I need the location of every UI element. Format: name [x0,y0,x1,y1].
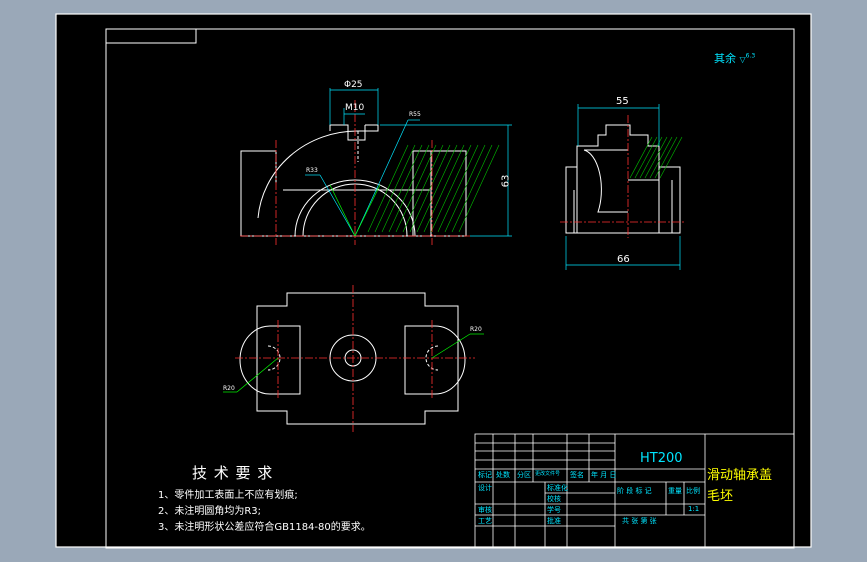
tech-req-item-3: 3、未注明形状公差应符合GB1184-80的要求。 [158,522,371,533]
top-centerlines [235,285,475,432]
side-hatch [629,136,683,179]
tech-req-item-2: 2、未注明圆角均为R3; [158,506,262,517]
dim-r20-right: R20 [470,326,482,333]
dim-r55: R55 [409,111,421,118]
dim-m10: M10 [345,103,365,113]
tb-part-sub: 毛坯 [707,489,734,504]
tb-scale-label: 比例 [686,487,700,495]
dim-w55: 55 [616,96,629,107]
dim-r20-left: R20 [223,385,235,392]
top-leaders [223,333,484,393]
tb-part-name: 滑动轴承盖 [707,468,773,483]
side-dimensions [565,104,681,270]
hatch-line [649,136,673,179]
dim-r33: R33 [306,167,318,174]
dim-w66: 66 [617,254,630,265]
tb-check: 校核 [547,495,561,503]
tb-review: 审核 [478,506,492,514]
outer-frame [55,13,812,548]
tb-sheet: 共 张 第 张 [622,517,657,525]
tb-row-label-5: 签名 [570,471,584,479]
hatch-line [659,136,683,179]
tb-designer: 设计 [478,484,492,492]
tb-number: 学号 [547,506,561,514]
side-centerlines [560,115,686,238]
tb-row-label-1: 标记 [478,471,492,479]
tb-row-label-4: 更改文件号 [535,471,561,477]
corner-box [105,28,197,44]
tb-stage: 阶 段 标 记 [617,487,652,495]
tb-row-label-3: 分区 [517,471,531,479]
tb-row-label-2: 处数 [496,471,510,479]
roughness-label: 其余 ▽6.3 [714,52,756,65]
tb-standard: 标准化 [547,484,568,492]
side-view [565,124,681,234]
tech-req-title: 技 术 要 求 [192,464,274,482]
tb-craft: 工艺 [478,517,492,525]
hatch-line [654,136,678,179]
tb-approve: 批准 [547,517,561,525]
hatch-line [634,136,658,179]
tech-req-item-1: 1、零件加工表面上不应有划痕; [158,490,298,501]
tb-weight: 重量 [668,487,682,495]
tb-material: HT200 [640,451,683,466]
dim-phi25: Φ25 [344,80,363,90]
hatch-line [629,136,653,179]
top-view [239,292,466,425]
tb-row-label-6: 年 月 日 [591,471,617,479]
tb-scale: 1:1 [688,505,700,513]
dim-h63: 63 [500,174,512,188]
